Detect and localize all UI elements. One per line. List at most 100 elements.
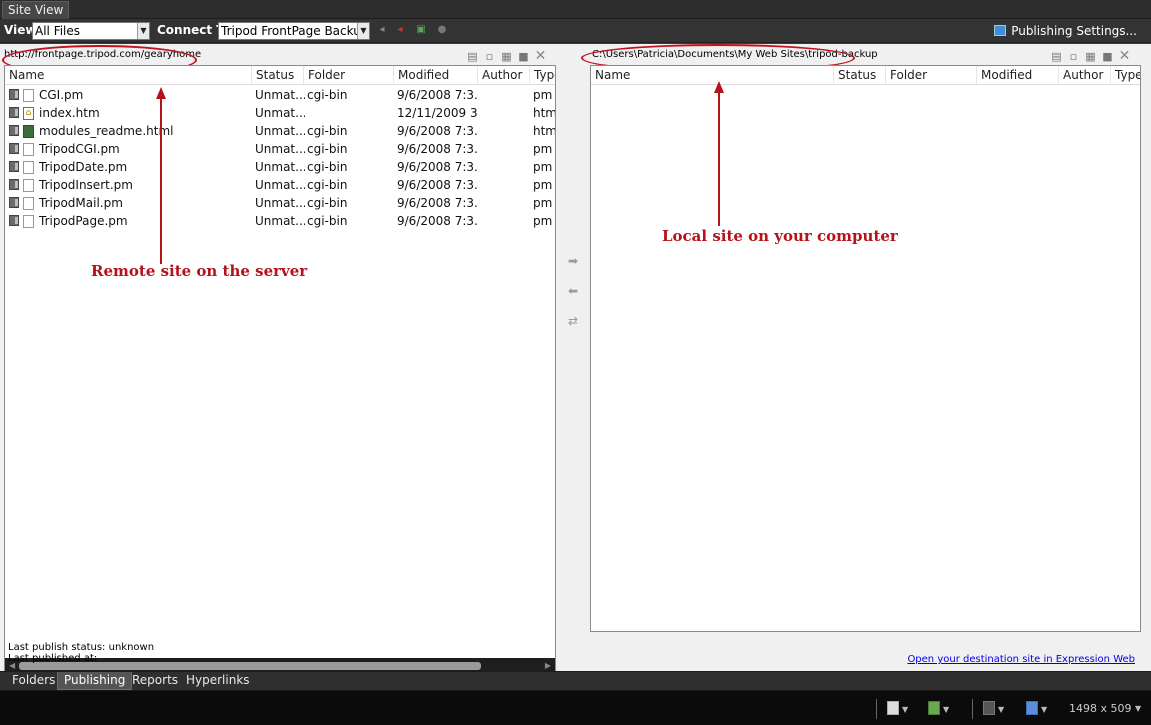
cell-name: TripodPage.pm <box>39 214 128 228</box>
refresh-icon[interactable]: ▣ <box>414 23 428 37</box>
edit-icon[interactable]: ▦ <box>1084 50 1097 63</box>
remote-table-header: Name Status Folder Modified Author Type <box>5 66 555 85</box>
chevron-down-icon: ▼ <box>1135 704 1142 713</box>
tab-publishing[interactable]: Publishing <box>57 672 133 690</box>
row-icons <box>9 215 34 228</box>
column-header-folder[interactable]: Folder <box>303 66 393 85</box>
cell-type: htm <box>533 106 556 120</box>
new-page-icon[interactable]: ▫ <box>1067 50 1080 63</box>
table-row[interactable]: TripodMail.pm Unmat... cgi-bin 9/6/2008 7:3… <box>5 194 555 212</box>
view-icon[interactable]: ▤ <box>1050 50 1063 63</box>
new-page-icon[interactable]: ▫ <box>483 50 496 63</box>
new-folder-icon[interactable]: ■ <box>1101 50 1114 63</box>
cell-modified: 9/6/2008 7:3... <box>397 178 477 192</box>
page-options-button[interactable]: ▼ <box>887 701 908 717</box>
delete-icon[interactable]: ✕ <box>1118 49 1131 63</box>
page-size-value: 1498 x 509 <box>1069 702 1132 715</box>
cell-modified: 9/6/2008 7:3... <box>397 88 477 102</box>
connect-icon[interactable]: ◂ <box>375 23 389 37</box>
row-icons: ⌂ <box>9 107 34 120</box>
status-icon <box>9 161 19 172</box>
tab-hyperlinks[interactable]: Hyperlinks <box>180 672 256 690</box>
publishing-toolbar: View All Files ▼ Connect To: Tripod Fron… <box>0 19 1151 43</box>
cell-status: Unmat... <box>255 142 305 156</box>
cell-status: Unmat... <box>255 196 305 210</box>
disconnect-icon[interactable]: ◂ <box>393 23 407 37</box>
publishing-settings-button[interactable]: Publishing Settings... <box>994 22 1137 40</box>
cell-type: pm <box>533 160 553 174</box>
status-icon <box>9 179 19 190</box>
page-size-button[interactable]: 1498 x 509 ▼ <box>1069 701 1141 717</box>
synchronize-icon[interactable]: ⇄ <box>564 314 582 328</box>
column-header-author[interactable]: Author <box>1058 66 1110 85</box>
table-row[interactable]: TripodDate.pm Unmat... cgi-bin 9/6/2008 7:3… <box>5 158 555 176</box>
column-header-status[interactable]: Status <box>833 66 885 85</box>
status-bar: ▼ ▼ ▼ ▼ 1498 x 509 ▼ <box>0 690 1151 725</box>
remote-annotation-line <box>160 96 162 264</box>
table-row[interactable]: TripodCGI.pm Unmat... cgi-bin 9/6/2008 7:3.… <box>5 140 555 158</box>
chevron-down-icon[interactable]: ▼ <box>357 23 369 39</box>
table-row[interactable]: CGI.pm Unmat... cgi-bin 9/6/2008 7:3... pm <box>5 86 555 104</box>
compatibility-button[interactable]: ▼ <box>1026 701 1047 717</box>
file-icon <box>23 89 34 102</box>
column-header-modified[interactable]: Modified <box>393 66 477 85</box>
edit-icon[interactable]: ▦ <box>500 50 513 63</box>
tab-site-view[interactable]: Site View <box>2 1 70 19</box>
chevron-down-icon: ▼ <box>1041 705 1048 714</box>
cell-name: modules_readme.html <box>39 124 174 138</box>
visual-aids-button[interactable]: ▼ <box>983 701 1004 717</box>
view-icon[interactable]: ▤ <box>466 50 479 63</box>
file-icon <box>23 197 34 210</box>
table-row[interactable]: modules_readme.html Unmat... cgi-bin 9/6/20… <box>5 122 555 140</box>
column-header-type[interactable]: Type <box>1110 66 1140 85</box>
column-header-modified[interactable]: Modified <box>976 66 1058 85</box>
file-icon <box>23 161 34 174</box>
delete-icon[interactable]: ✕ <box>534 49 547 63</box>
table-row[interactable]: TripodPage.pm Unmat... cgi-bin 9/6/2008 7:3… <box>5 212 555 230</box>
column-header-name[interactable]: Name <box>5 66 255 85</box>
new-folder-icon[interactable]: ■ <box>517 50 530 63</box>
cell-name: CGI.pm <box>39 88 84 102</box>
cell-status: Unmat... <box>255 178 305 192</box>
view-select[interactable]: All Files ▼ <box>32 22 150 40</box>
file-icon <box>23 179 34 192</box>
style-icon <box>928 701 940 715</box>
row-icons <box>9 197 34 210</box>
column-header-status[interactable]: Status <box>251 66 303 85</box>
status-icon <box>9 143 19 154</box>
arrow-right-icon[interactable]: ➡ <box>564 254 582 268</box>
status-icon <box>9 107 19 118</box>
remote-file-list[interactable]: Name Status Folder Modified Author Type … <box>4 65 556 675</box>
style-options-button[interactable]: ▼ <box>928 701 949 717</box>
cell-type: pm <box>533 214 553 228</box>
cell-name: index.htm <box>39 106 100 120</box>
cell-status: Unmat... <box>255 124 305 138</box>
remote-rows: CGI.pm Unmat... cgi-bin 9/6/2008 7:3... pm ⌂ i… <box>5 86 555 230</box>
local-annotation-line <box>718 90 720 226</box>
publishing-settings-label: Publishing Settings... <box>1011 24 1137 38</box>
open-destination-link[interactable]: Open your destination site in Expression… <box>907 654 1135 665</box>
local-file-list[interactable]: Name Status Folder Modified Author Type <box>590 65 1141 632</box>
stop-icon[interactable]: ● <box>435 23 449 37</box>
column-header-type[interactable]: Type <box>529 66 555 85</box>
last-published-at: Last published at: <box>8 653 98 664</box>
chevron-down-icon[interactable]: ▼ <box>137 23 149 39</box>
chevron-down-icon: ▼ <box>998 705 1005 714</box>
cell-type: pm <box>533 178 553 192</box>
status-icon <box>9 215 19 226</box>
arrow-left-icon[interactable]: ⬅ <box>564 284 582 298</box>
connect-to-select[interactable]: Tripod FrontPage Backup ▼ <box>218 22 370 40</box>
column-header-folder[interactable]: Folder <box>885 66 975 85</box>
table-row[interactable]: ⌂ index.htm Unmat... 12/11/2009 3... htm <box>5 104 555 122</box>
tab-reports[interactable]: Reports <box>126 672 184 690</box>
local-pane-tools: ▤ ▫ ▦ ■ ✕ <box>1050 47 1131 65</box>
tab-folders[interactable]: Folders <box>6 672 61 690</box>
column-header-author[interactable]: Author <box>477 66 529 85</box>
table-row[interactable]: TripodInsert.pm Unmat... cgi-bin 9/6/2008 7… <box>5 176 555 194</box>
settings-icon <box>994 25 1007 36</box>
cell-modified: 9/6/2008 7:3... <box>397 160 477 174</box>
chevron-down-icon: ▼ <box>943 705 950 714</box>
remote-pane-tools: ▤ ▫ ▦ ■ ✕ <box>466 47 547 65</box>
file-icon <box>23 215 34 228</box>
title-bar: Site View <box>0 0 1151 19</box>
